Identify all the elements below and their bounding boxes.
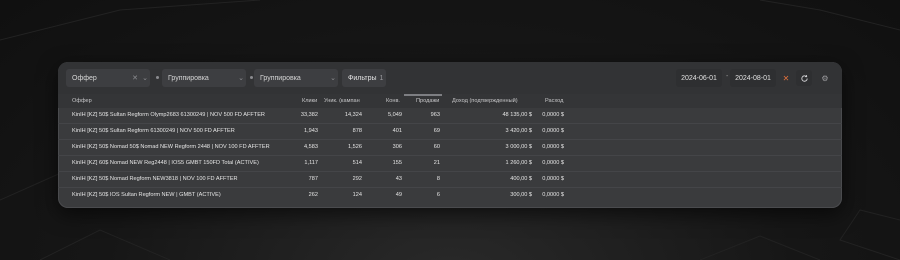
grouping-select-1[interactable]: Группировка ⌄ — [162, 69, 246, 87]
table-row[interactable]: KinIH [KZ] 50$ Sultan Regform Olymp2683 … — [58, 108, 842, 124]
cell-expense: 0,0000 $ — [542, 128, 564, 134]
cell-sales: 963 — [430, 112, 440, 118]
cell-unique: 1,526 — [348, 144, 362, 150]
sort-indicator — [404, 94, 442, 96]
filters-button-label: Фильтры — [348, 74, 377, 82]
cell-offer: KinIH [KZ] 50$ Nomad 50$ Nomad NEW Regfo… — [72, 144, 270, 150]
header-income[interactable]: Доход (подтвержденный) — [452, 98, 518, 104]
cell-income: 3 420,00 $ — [505, 128, 532, 134]
cell-offer: KinIH [KZ] 60$ Nomad NEW Reg2448 | IOS5 … — [72, 160, 259, 166]
cell-conv: 306 — [392, 144, 402, 150]
cell-clicks: 1,943 — [304, 128, 318, 134]
header-offer[interactable]: Оффер — [72, 98, 92, 104]
cell-sales: 69 — [433, 128, 440, 134]
cell-expense: 0,0000 $ — [542, 192, 564, 198]
cell-clicks: 787 — [308, 176, 318, 182]
cell-income: 48 135,00 $ — [502, 112, 532, 118]
cell-unique: 14,324 — [344, 112, 362, 118]
grouping-select-1-label: Группировка — [168, 74, 209, 82]
cell-sales: 21 — [433, 160, 440, 166]
separator-dot — [250, 76, 253, 79]
cell-income: 400,00 $ — [510, 176, 532, 182]
separator-dot — [156, 76, 159, 79]
table-header: Оффер Клики Уник. (кампан Конв. Продажи … — [58, 94, 842, 108]
date-from-input[interactable]: 2024-06-01 — [676, 69, 722, 87]
close-icon[interactable]: ✕ — [778, 70, 794, 86]
header-sales[interactable]: Продажи — [416, 98, 439, 104]
cell-clicks: 33,382 — [300, 112, 318, 118]
cell-offer: KinIH [KZ] 50$ Sultan Regform Olymp2683 … — [72, 112, 265, 118]
cell-income: 3 000,00 $ — [505, 144, 532, 150]
cell-expense: 0,0000 $ — [542, 112, 564, 118]
chevron-down-icon[interactable]: ⌄ — [236, 74, 246, 82]
cell-sales: 60 — [433, 144, 440, 150]
header-clicks[interactable]: Клики — [302, 98, 317, 104]
chevron-down-icon[interactable]: ⌄ — [140, 74, 150, 82]
cell-clicks: 1,117 — [304, 160, 318, 166]
refresh-icon[interactable] — [796, 70, 812, 86]
table-row[interactable]: KinIH [KZ] 50$ Nomad Regform NEW3818 | N… — [58, 172, 842, 188]
cell-clicks: 4,583 — [304, 144, 318, 150]
cell-sales: 8 — [436, 176, 440, 182]
cell-income: 1 260,00 $ — [505, 160, 532, 166]
cell-conv: 49 — [395, 192, 402, 198]
offer-select[interactable]: Оффер ✕ ⌄ — [66, 69, 150, 87]
report-panel: Оффер ✕ ⌄ Группировка ⌄ Группировка ⌄ Фи… — [58, 62, 842, 208]
chevron-down-icon[interactable]: ⌄ — [328, 74, 338, 82]
table-row[interactable]: KinIH [KZ] 50$ Nomad 50$ Nomad NEW Regfo… — [58, 140, 842, 156]
cell-expense: 0,0000 $ — [542, 144, 564, 150]
stats-table: Оффер Клики Уник. (кампан Конв. Продажи … — [58, 94, 842, 208]
close-icon[interactable]: ✕ — [130, 74, 140, 82]
cell-income: 300,00 $ — [510, 192, 532, 198]
cell-unique: 124 — [352, 192, 362, 198]
cell-conv: 401 — [392, 128, 402, 134]
table-row[interactable]: KinIH [KZ] 50$ IOS Sultan Regform NEW | … — [58, 188, 842, 203]
cell-offer: KinIH [KZ] 50$ IOS Sultan Regform NEW | … — [72, 192, 221, 198]
cell-conv: 155 — [392, 160, 402, 166]
date-to-input[interactable]: 2024-08-01 — [730, 69, 776, 87]
filters-button[interactable]: Фильтры 1 — [342, 69, 386, 87]
cell-offer: KinIH [KZ] 50$ Sultan Regform 61300249 |… — [72, 128, 235, 134]
cell-unique: 878 — [352, 128, 362, 134]
gear-icon[interactable]: ⚙ — [817, 70, 833, 86]
cell-offer: KinIH [KZ] 50$ Nomad Regform NEW3818 | N… — [72, 176, 238, 182]
date-separator: - — [726, 73, 729, 80]
cell-conv: 5,049 — [388, 112, 402, 118]
cell-expense: 0,0000 $ — [542, 176, 564, 182]
offer-select-label: Оффер — [72, 74, 97, 82]
grouping-select-2-label: Группировка — [260, 74, 301, 82]
cell-clicks: 262 — [308, 192, 318, 198]
cell-unique: 514 — [352, 160, 362, 166]
header-expense[interactable]: Расход — [545, 98, 563, 104]
table-row[interactable]: KinIH [KZ] 60$ Nomad NEW Reg2448 | IOS5 … — [58, 156, 842, 172]
header-unique[interactable]: Уник. (кампан — [324, 98, 360, 104]
filters-count-badge: 1 — [379, 74, 384, 82]
cell-unique: 292 — [352, 176, 362, 182]
table-row[interactable]: KinIH [KZ] 50$ Sultan Regform 61300249 |… — [58, 124, 842, 140]
cell-sales: 6 — [436, 192, 440, 198]
header-conv[interactable]: Конв. — [386, 98, 400, 104]
cell-expense: 0,0000 $ — [542, 160, 564, 166]
grouping-select-2[interactable]: Группировка ⌄ — [254, 69, 338, 87]
filter-toolbar: Оффер ✕ ⌄ Группировка ⌄ Группировка ⌄ Фи… — [58, 62, 842, 94]
cell-conv: 43 — [395, 176, 402, 182]
